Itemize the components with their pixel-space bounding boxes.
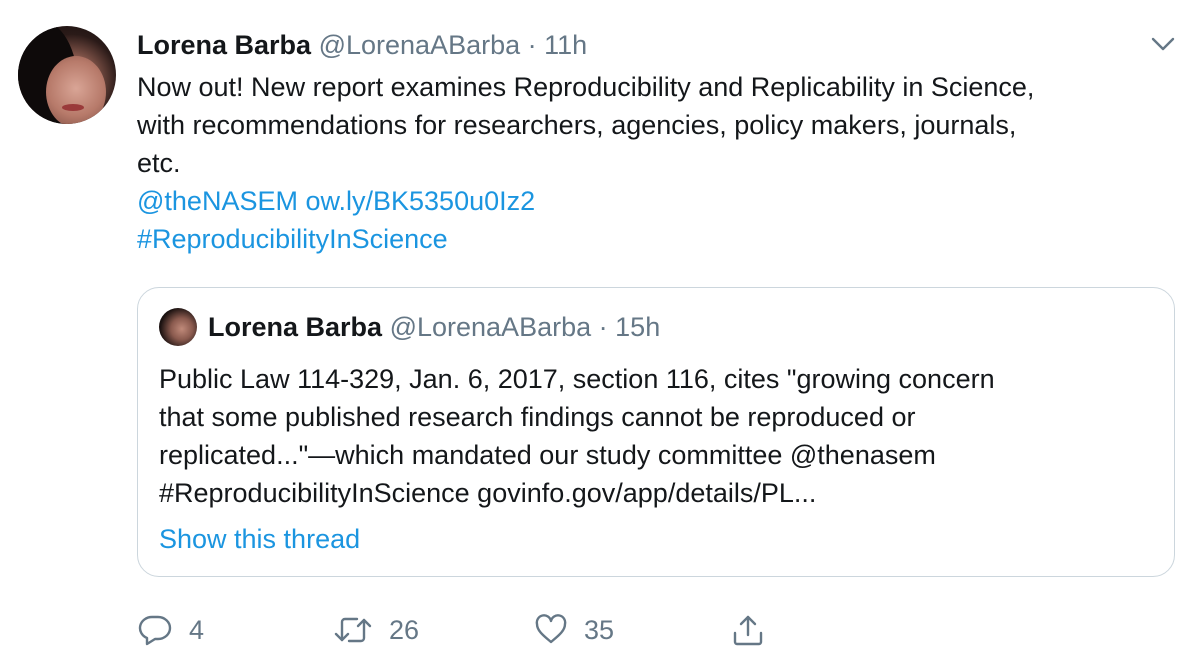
hashtag-line: #ReproducibilityInScience — [137, 220, 1177, 258]
quoted-text-line: #ReproducibilityInScience govinfo.gov/ap… — [159, 478, 817, 508]
tweet-text-line: etc. — [137, 148, 181, 178]
quoted-text: Public Law 114-329, Jan. 6, 2017, sectio… — [159, 360, 1159, 512]
links-line: @theNASEM ow.ly/BK5350u0Iz2 — [137, 182, 1177, 220]
retweet-button[interactable]: 26 — [333, 612, 419, 648]
avatar-lips — [62, 104, 84, 111]
retweet-count: 26 — [389, 614, 420, 645]
hashtag-link[interactable]: #ReproducibilityInScience — [137, 224, 448, 254]
quoted-avatar[interactable] — [159, 308, 197, 346]
tweet-header: Lorena Barba @LorenaABarba · 11h — [137, 28, 587, 62]
show-thread-link[interactable]: Show this thread — [159, 522, 360, 556]
share-button[interactable] — [731, 612, 765, 648]
quoted-text-line: Public Law 114-329, Jan. 6, 2017, sectio… — [159, 364, 995, 394]
like-icon — [534, 614, 568, 646]
quoted-text-line: replicated..."—which mandated our study … — [159, 440, 936, 470]
quoted-timestamp: 15h — [615, 312, 661, 342]
quoted-author-name: Lorena Barba — [208, 312, 383, 342]
retweet-icon — [333, 613, 373, 647]
like-count: 35 — [584, 614, 615, 645]
tweet-text-line: Now out! New report examines Reproducibi… — [137, 72, 1035, 102]
like-button[interactable]: 35 — [534, 612, 614, 648]
avatar[interactable] — [18, 26, 116, 124]
tweet-text: Now out! New report examines Reproducibi… — [137, 68, 1177, 258]
quoted-tweet[interactable]: Lorena Barba @LorenaABarba · 15h Public … — [137, 287, 1175, 577]
action-bar: 4 26 35 — [137, 612, 797, 648]
author-handle[interactable]: @LorenaABarba — [319, 30, 521, 60]
tweet-text-line: with recommendations for researchers, ag… — [137, 110, 1017, 140]
separator: · — [527, 30, 537, 60]
quoted-separator: · — [598, 312, 608, 342]
reply-count: 4 — [189, 614, 205, 645]
reply-button[interactable]: 4 — [137, 612, 204, 648]
chevron-down-icon[interactable] — [1150, 34, 1176, 54]
timestamp[interactable]: 11h — [544, 30, 587, 60]
url-link[interactable]: ow.ly/BK5350u0Iz2 — [305, 186, 535, 216]
quoted-author-handle: @LorenaABarba — [389, 312, 592, 342]
avatar-face — [46, 56, 106, 124]
share-icon — [731, 613, 765, 647]
mention-link[interactable]: @theNASEM — [137, 186, 298, 216]
quoted-text-line: that some published research findings ca… — [159, 402, 916, 432]
tweet[interactable]: Lorena Barba @LorenaABarba · 11h Now out… — [0, 0, 1192, 670]
quoted-header: Lorena Barba @LorenaABarba · 15h — [208, 310, 660, 344]
reply-icon — [137, 613, 173, 647]
author-name[interactable]: Lorena Barba — [137, 30, 311, 60]
